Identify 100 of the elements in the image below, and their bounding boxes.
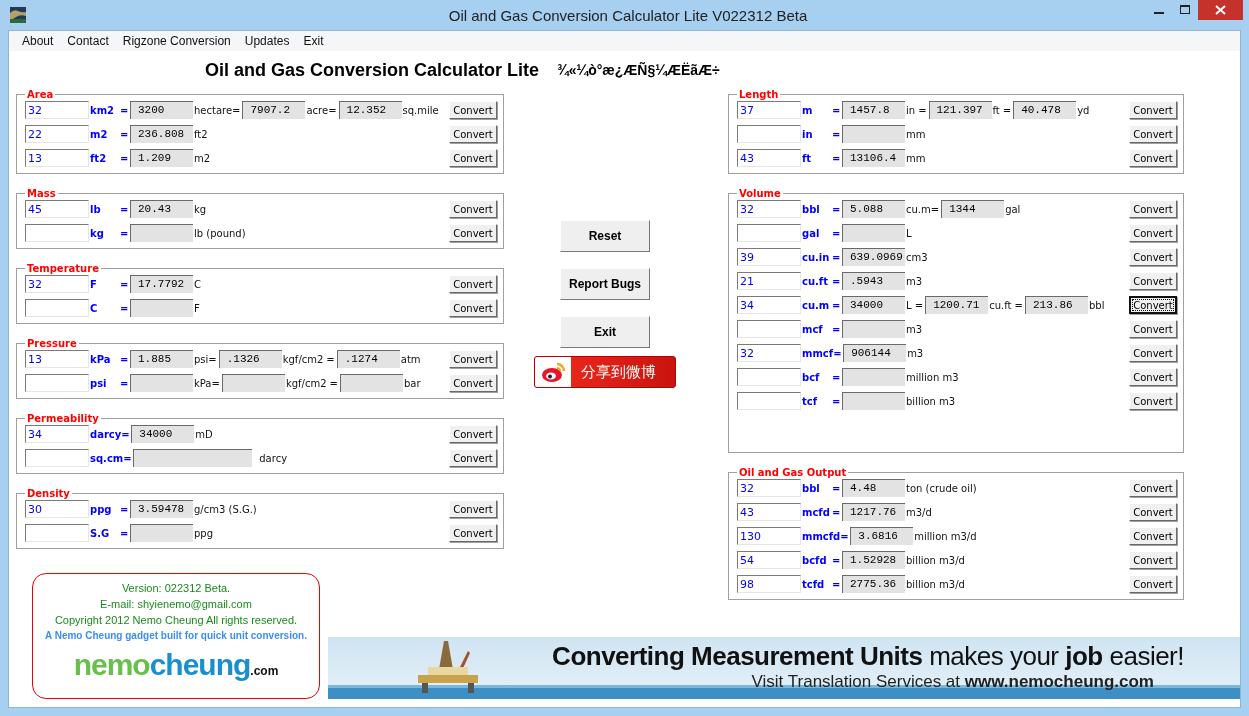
banner[interactable]: Converting Measurement Units makes your job easier! Visit Translation Services at www.nemocheung.com (328, 637, 1240, 699)
convert-button[interactable]: Convert (1129, 320, 1177, 338)
action-button[interactable]: Exit (560, 316, 650, 348)
input-field[interactable] (737, 320, 801, 338)
convert-button[interactable]: Convert (1129, 248, 1177, 266)
convert-button[interactable]: Convert (1129, 575, 1177, 593)
equals-sign: = (832, 152, 842, 164)
convert-button[interactable]: Convert (449, 449, 497, 467)
convert-button[interactable]: Convert (449, 101, 497, 119)
convert-button[interactable]: Convert (1129, 149, 1177, 167)
convert-button[interactable]: Convert (1129, 479, 1177, 497)
unit-label: mmcf (801, 347, 834, 359)
unit-label: km2 (89, 104, 116, 116)
input-field[interactable]: 43 (737, 149, 801, 167)
equals-sign: = (832, 578, 842, 590)
output-field: 5.088 (842, 200, 905, 218)
convert-button[interactable]: Convert (449, 524, 497, 542)
convert-button[interactable]: Convert (449, 350, 497, 368)
input-field[interactable]: 21 (737, 272, 801, 290)
equals-sign: = (120, 104, 130, 116)
input-field[interactable] (737, 125, 801, 143)
input-field[interactable]: 34 (737, 296, 801, 314)
convert-button[interactable]: Convert (1129, 296, 1177, 314)
convert-button[interactable]: Convert (1129, 503, 1177, 521)
unit-label: L = (905, 299, 925, 311)
convert-button[interactable]: Convert (449, 299, 497, 317)
menu-item[interactable]: About (15, 34, 61, 48)
unit-label: cu.ft (801, 275, 829, 287)
convert-button[interactable]: Convert (1129, 101, 1177, 119)
unit-label: kg (89, 227, 105, 239)
convert-button[interactable]: Convert (1129, 224, 1177, 242)
input-field[interactable]: 32 (25, 275, 89, 293)
equals-sign: = (832, 371, 842, 383)
convert-button[interactable]: Convert (1129, 344, 1177, 362)
unit-label: = (1001, 104, 1013, 116)
unit-label: gal (801, 227, 821, 239)
action-button[interactable]: Report Bugs (560, 268, 650, 300)
share-button[interactable]: 分享到微博 (534, 356, 676, 388)
convert-button[interactable]: Convert (1129, 527, 1177, 545)
convert-button[interactable]: Convert (449, 425, 497, 443)
equals-sign: = (123, 452, 133, 464)
input-field[interactable]: 13 (25, 149, 89, 167)
unit-label: lb (pound) (193, 227, 247, 239)
input-field[interactable]: 98 (737, 575, 801, 593)
close-icon[interactable] (1198, 0, 1243, 20)
input-field[interactable]: 30 (25, 500, 89, 518)
output-field: 34000 (842, 296, 905, 314)
input-field[interactable]: 32 (737, 344, 801, 362)
input-field[interactable]: 43 (737, 503, 801, 521)
input-field[interactable]: 37 (737, 101, 801, 119)
convert-button[interactable]: Convert (449, 374, 497, 392)
convert-button[interactable]: Convert (449, 149, 497, 167)
output-field: .1274 (336, 350, 400, 368)
action-button[interactable]: Reset (560, 220, 650, 252)
menu-item[interactable]: Updates (237, 34, 297, 48)
input-field[interactable] (25, 299, 89, 317)
unit-label: cu.m= (905, 203, 941, 215)
input-field[interactable]: 13 (25, 350, 89, 368)
convert-button[interactable]: Convert (449, 224, 497, 242)
menu-item[interactable]: Contact (60, 34, 116, 48)
input-field[interactable] (25, 449, 89, 467)
menu-item[interactable]: Rigzone Conversion (115, 34, 238, 48)
input-field[interactable]: 130 (737, 527, 801, 545)
input-field[interactable]: 32 (737, 479, 801, 497)
output-field (221, 374, 285, 392)
convert-button[interactable]: Convert (1129, 125, 1177, 143)
convert-button[interactable]: Convert (449, 275, 497, 293)
input-field[interactable]: 22 (25, 125, 89, 143)
output-field (842, 392, 905, 410)
input-field[interactable]: 32 (737, 200, 801, 218)
menu-item[interactable]: Exit (296, 34, 331, 48)
input-field[interactable] (737, 392, 801, 410)
output-field: 7907.2 (242, 101, 306, 119)
convert-button[interactable]: Convert (1129, 200, 1177, 218)
input-field[interactable] (737, 368, 801, 386)
input-field[interactable]: 45 (25, 200, 89, 218)
input-field[interactable] (25, 224, 89, 242)
equals-sign: = (832, 299, 842, 311)
convert-button[interactable]: Convert (1129, 272, 1177, 290)
unit-label: cu.in (801, 251, 831, 263)
app-icon (10, 7, 26, 23)
convert-button[interactable]: Convert (1129, 551, 1177, 569)
input-field[interactable] (25, 374, 89, 392)
unit-label: darcy (89, 428, 122, 440)
output-field: 1.885 (130, 350, 193, 368)
convert-button[interactable]: Convert (449, 200, 497, 218)
convert-button[interactable]: Convert (449, 125, 497, 143)
info-text: Version: 022312 Beta. (121, 581, 231, 596)
input-field[interactable]: 32 (25, 101, 89, 119)
convert-button[interactable]: Convert (449, 500, 497, 518)
unit-label: atm (399, 353, 422, 365)
convert-button[interactable]: Convert (1129, 392, 1177, 410)
unit-label: billion m3/d (905, 578, 966, 590)
input-field[interactable]: 39 (737, 248, 801, 266)
input-field[interactable] (737, 224, 801, 242)
convert-button[interactable]: Convert (1129, 368, 1177, 386)
input-field[interactable]: 34 (25, 425, 89, 443)
input-field[interactable]: 54 (737, 551, 801, 569)
unit-label: gal (1004, 203, 1022, 215)
input-field[interactable] (25, 524, 89, 542)
